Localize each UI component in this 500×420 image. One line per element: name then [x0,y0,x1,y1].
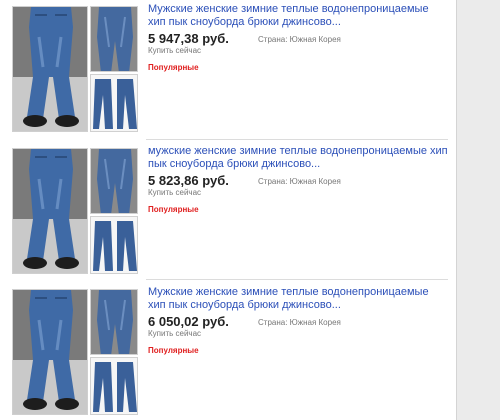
listing-title-link[interactable]: мужские женские зимние теплые водонепрон… [148,145,448,171]
listing-country: Страна: Южная Корея [258,35,341,44]
jeans-model-icon [13,7,87,131]
right-sidebar [457,0,500,420]
listing-thumb-top[interactable] [90,6,138,72]
listing-title-link[interactable]: Мужские женские зимние теплые водонепрон… [148,286,448,312]
listing-separator [146,139,448,140]
listing-separator [146,279,448,280]
listing-item[interactable]: мужские женские зимние теплые водонепрон… [0,142,450,275]
listing-price: 5 823,86 руб. [148,173,229,188]
jeans-model-icon [13,290,87,414]
listing-thumb-top[interactable] [90,289,138,355]
listing-country: Страна: Южная Корея [258,177,341,186]
jeans-closeup-icon [91,149,137,213]
listing-price: 6 050,02 руб. [148,314,229,329]
listing-country: Страна: Южная Корея [258,318,341,327]
listing-buy-format: Купить сейчас [148,46,202,55]
popular-badge: Популярные [148,63,199,72]
listing-main-image[interactable] [12,148,88,274]
listing-thumb-bottom[interactable] [90,357,138,415]
jeans-closeup-icon [91,7,137,71]
jeans-model-icon [13,149,87,273]
listing-price: 5 947,38 руб. [148,31,229,46]
jeans-flat-icon [91,75,137,131]
popular-badge: Популярные [148,346,199,355]
listing-main-image[interactable] [12,6,88,132]
listing-thumb-bottom[interactable] [90,216,138,274]
jeans-flat-icon [91,217,137,273]
jeans-closeup-icon [91,290,137,354]
popular-badge: Популярные [148,205,199,214]
listing-buy-format: Купить сейчас [148,329,202,338]
jeans-flat-icon [91,358,137,414]
listing-item[interactable]: Мужские женские зимние теплые водонепрон… [0,0,450,133]
listing-thumb-top[interactable] [90,148,138,214]
listing-title-link[interactable]: Мужские женские зимние теплые водонепрон… [148,3,448,29]
listing-item[interactable]: Мужские женские зимние теплые водонепрон… [0,283,450,416]
listing-buy-format: Купить сейчас [148,188,202,197]
listing-thumb-bottom[interactable] [90,74,138,132]
listing-main-image[interactable] [12,289,88,415]
